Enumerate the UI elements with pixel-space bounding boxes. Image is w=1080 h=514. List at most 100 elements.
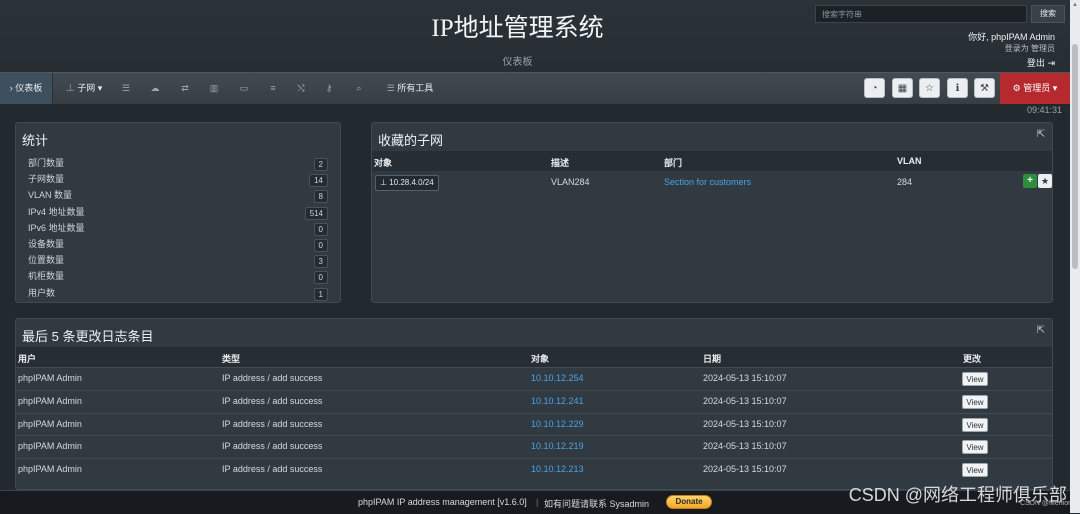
info-icon: ℹ <box>955 83 960 94</box>
log-date: 2024-05-13 15:10:07 <box>703 395 787 406</box>
nav-devices[interactable]: ☰ <box>115 73 137 104</box>
map-icon: ▥ <box>209 83 219 93</box>
col-date: 日期 <box>703 354 722 364</box>
random-icon: ⤭ <box>297 83 305 93</box>
log-date: 2024-05-13 15:10:07 <box>703 373 787 383</box>
stat-row: 机柜数量 0 <box>28 268 328 285</box>
scroll-up-icon[interactable]: ▲ <box>1072 2 1078 8</box>
view-button[interactable]: View <box>962 394 988 409</box>
nav-cloud[interactable]: ☁ <box>144 73 166 104</box>
sign-out-icon: ⇥ <box>1047 58 1055 68</box>
server-icon: ☰ <box>121 83 131 93</box>
info-tool-button[interactable]: ℹ <box>947 78 968 98</box>
log-object-link[interactable]: 10.10.12.241 <box>531 396 584 406</box>
view-button[interactable]: View <box>962 463 988 478</box>
donate-button[interactable]: Donate <box>666 495 712 509</box>
col-type: 类型 <box>222 354 241 364</box>
logout-link[interactable]: 登出 ⇥ <box>1027 56 1055 69</box>
stat-label: 用户数 <box>28 287 56 298</box>
col-user: 用户 <box>18 354 37 364</box>
admin-label: 管理员 <box>1023 83 1051 93</box>
favorites-tool-button[interactable]: ☆ <box>919 78 940 98</box>
search-input[interactable] <box>815 5 1027 23</box>
nav-all-tools-label: 所有工具 <box>397 83 434 93</box>
admin-menu-button[interactable]: ⚙ 管理员 ▾ <box>1000 73 1070 104</box>
nav-all-tools[interactable]: ☰ 所有工具 <box>378 73 442 104</box>
subnet-link[interactable]: ⊥ 10.28.4.0/24 <box>375 175 439 191</box>
stat-count-badge: 8 <box>313 190 328 204</box>
dashboard-tool-button[interactable]: ◔ <box>864 78 885 98</box>
log-type: IP address / add success <box>222 395 323 406</box>
nav-dashboard[interactable]: › 仪表板 <box>0 73 53 104</box>
log-object-link[interactable]: 10.10.12.213 <box>531 464 584 474</box>
caret-down-icon: ▾ <box>1052 83 1058 93</box>
dashboard-icon: ◔ <box>871 83 878 94</box>
log-type: IP address / add success <box>222 418 323 429</box>
scrollbar[interactable]: ▲ <box>1070 0 1080 513</box>
view-button[interactable]: View <box>962 440 988 455</box>
changelog-title: 最后 5 条更改日志条目 <box>22 329 154 344</box>
plus-icon: + <box>1027 175 1033 186</box>
col-vlan: VLAN <box>897 156 922 166</box>
external-link-icon[interactable]: ⇱ <box>1037 325 1045 336</box>
stat-row: 部门数量 2 <box>28 155 328 171</box>
th-large-icon: ▦ <box>897 83 908 94</box>
log-user: phpIPAM Admin <box>18 441 82 452</box>
nav-racks[interactable]: ▭ <box>233 73 255 104</box>
remove-favorite-button[interactable]: ★ <box>1038 174 1052 188</box>
nav-locations[interactable]: ▥ <box>203 73 225 104</box>
stat-label: 位置数量 <box>28 255 65 266</box>
sitemap-icon: ⊥ <box>380 178 387 187</box>
search-icon: ⌕ <box>356 83 362 93</box>
stat-count-badge: 514 <box>304 206 328 220</box>
stat-count-badge: 0 <box>313 222 328 236</box>
gear-icon: ⚙ <box>1012 83 1021 93</box>
wrench-icon: ⚒ <box>980 83 989 94</box>
stat-count-badge: 0 <box>313 271 328 285</box>
stat-count-badge: 14 <box>309 174 328 188</box>
favorite-section-link[interactable]: Section for customers <box>664 177 751 187</box>
log-user: phpIPAM Admin <box>18 373 82 383</box>
scroll-thumb[interactable] <box>1072 44 1078 269</box>
search-button[interactable]: 搜索 <box>1031 5 1065 23</box>
widgets-tool-button[interactable]: ▦ <box>892 78 913 98</box>
nav-nat[interactable]: ⇄ <box>174 73 196 104</box>
external-link-icon[interactable]: ⇱ <box>1037 129 1045 140</box>
key-icon: ⚷ <box>325 83 333 93</box>
log-user: phpIPAM Admin <box>18 395 82 406</box>
stat-label: VLAN 数量 <box>28 190 73 201</box>
view-button[interactable]: View <box>962 417 988 432</box>
exchange-icon: ⇄ <box>181 83 189 93</box>
stat-row: 用户数 1 <box>28 285 328 301</box>
nav-random[interactable]: ⤭ <box>290 73 312 104</box>
favorite-description: VLAN284 <box>551 177 590 187</box>
stat-label: IPv6 地址数量 <box>28 222 85 233</box>
footer-version: phpIPAM IP address management [v1.6.0] <box>358 497 527 507</box>
settings-tool-button[interactable]: ⚒ <box>974 78 995 98</box>
caret-down-icon: ▾ <box>97 83 103 93</box>
main-navbar: › 仪表板 ⊥ 子网 ▾ ☰ ☁ ⇄ ▥ ▭ ≡ ⤭ ⚷ ⌕ ☰ 所有工具 ◔ … <box>0 72 1070 105</box>
nav-search[interactable]: ⌕ <box>348 73 370 104</box>
greeting-text: 你好, phpIPAM Admin <box>968 32 1055 42</box>
log-object-link[interactable]: 10.10.12.229 <box>531 419 584 429</box>
stat-label: 设备数量 <box>28 239 65 249</box>
list-icon: ≡ <box>270 83 276 93</box>
footer-divider: | <box>536 497 539 507</box>
log-object-link[interactable]: 10.10.12.254 <box>531 373 584 383</box>
add-address-button[interactable]: + <box>1023 174 1037 188</box>
star-icon: ☆ <box>925 83 934 94</box>
nav-keys[interactable]: ⚷ <box>318 73 340 104</box>
stat-label: 机柜数量 <box>28 271 65 282</box>
nav-list[interactable]: ≡ <box>262 73 284 104</box>
footer-contact-link[interactable]: 如有问题请联系 Sysadmin <box>544 497 649 510</box>
view-button[interactable]: View <box>962 372 988 386</box>
favorites-header-row: 对象 描述 部门 VLAN <box>372 151 1052 171</box>
log-user: phpIPAM Admin <box>18 464 82 475</box>
subnet-label: 10.28.4.0/24 <box>389 178 434 187</box>
stat-row: 位置数量 3 <box>28 252 328 269</box>
changelog-header-row: 用户 类型 对象 日期 更改 <box>16 347 1052 367</box>
nav-subnets[interactable]: ⊥ 子网 ▾ <box>53 73 115 104</box>
stat-count-badge: 3 <box>313 255 328 269</box>
log-object-link[interactable]: 10.10.12.219 <box>531 441 584 451</box>
sitemap-icon: ⊥ <box>65 83 75 93</box>
